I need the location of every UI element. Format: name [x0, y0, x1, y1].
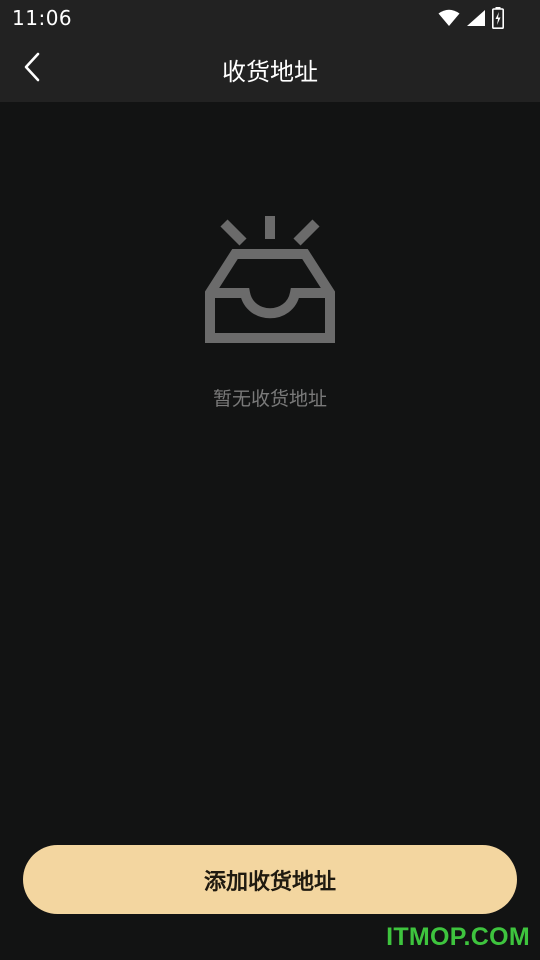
add-address-label: 添加收货地址: [203, 869, 336, 895]
cellular-signal-icon: [466, 9, 486, 27]
battery-charging-icon: [492, 7, 504, 29]
status-time: 11:06: [12, 6, 73, 30]
empty-inbox-icon: [205, 210, 335, 348]
empty-state: 暂无收货地址: [0, 210, 540, 411]
empty-message: 暂无收货地址: [212, 388, 327, 410]
status-icons: [438, 6, 504, 30]
wifi-icon: [438, 9, 460, 27]
status-bar: 11:06: [0, 0, 540, 36]
app-bar: 收货地址: [0, 36, 540, 102]
add-address-button[interactable]: 添加收货地址: [23, 845, 517, 914]
page-title: 收货地址: [222, 58, 318, 86]
watermark: ITMOP.COM: [386, 923, 530, 951]
